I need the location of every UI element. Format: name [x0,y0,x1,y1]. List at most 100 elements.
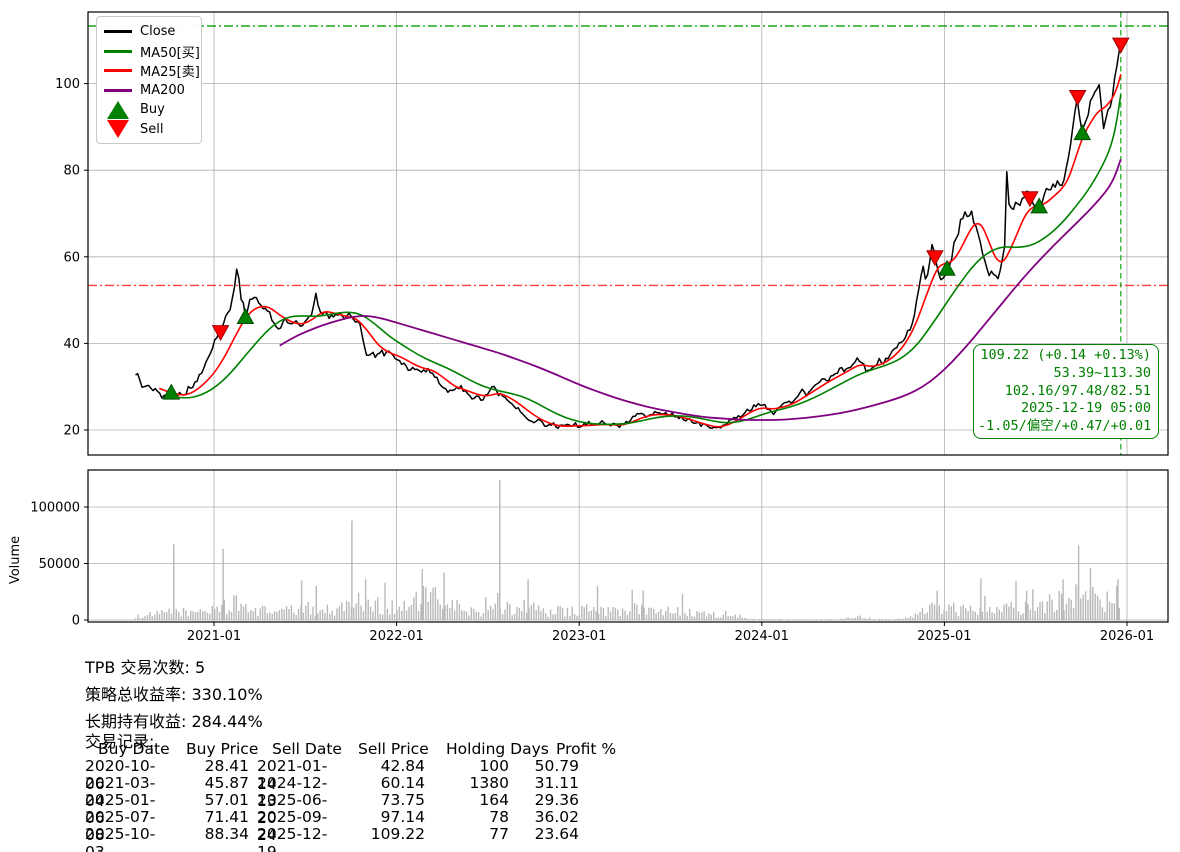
volume-bar [785,620,786,621]
legend-item-ma200: MA200 [103,81,197,101]
volume-bar [1013,608,1014,621]
col-buy-price: Buy Price [186,740,258,758]
volume-bar [183,608,184,621]
volume-bar [744,618,745,621]
annotation-line-range: 53.39~113.30 [978,365,1151,383]
volume-bar [408,607,409,621]
volume-bar [483,613,484,621]
volume-bar [221,605,222,621]
volume-bar [833,619,834,620]
volume-bar [672,614,673,621]
volume-bar [185,610,186,620]
trade-table-header: Buy Date Buy Price Sell Date Sell Price … [85,740,605,757]
volume-bar [1054,612,1055,621]
volume-spike-bar [173,544,174,620]
legend-label: MA25[卖] [140,61,200,80]
volume-bar [929,605,930,621]
volume-bar [334,616,335,621]
volume-bar [804,620,805,621]
volume-bar [437,599,438,620]
volume-bar [898,619,899,621]
volume-bar [164,612,165,621]
volume-spike-bar [1026,591,1027,621]
volume-bar [996,607,997,621]
volume-bar [428,602,429,621]
volume-bar [231,612,232,621]
volume-bar [567,608,568,621]
volume-bar [284,610,285,621]
volume-bar [476,612,477,620]
volume-bar [536,610,537,621]
volume-bar [869,618,870,621]
volume-bar [905,617,906,620]
volume-bar [202,611,203,620]
volume-bar [747,619,748,621]
volume-bar [380,614,381,620]
legend-item-close: Close [103,22,197,42]
legend-label: MA200 [140,83,185,98]
volume-bar [509,604,510,620]
volume-bar [751,619,752,621]
volume-bar [759,619,760,621]
volume-bar [413,598,414,621]
volume-bar [375,601,376,621]
volume-bar [576,616,577,621]
volume-bar [831,619,832,620]
volume-bar [955,612,956,620]
volume-bar [811,620,812,621]
volume-bar [461,610,462,620]
volume-bar [711,615,712,621]
volume-bar [209,614,210,621]
volume-bar [336,609,337,621]
volume-bar [240,604,241,621]
volume-bar [248,612,249,620]
volume-bar [763,619,764,620]
volume-bar [449,608,450,621]
volume-bar [1085,591,1086,620]
volume-bar [1095,593,1096,620]
volume-bar [867,619,868,621]
volume-bar [667,607,668,621]
volume-bar [646,615,647,621]
volume-spike-bar [597,586,598,620]
volume-bar [516,607,517,621]
volume-bar [1030,610,1031,621]
volume-bar [787,619,788,620]
volume-bar [394,614,395,620]
volume-bar [341,602,342,620]
volume-spike-bar [980,578,981,620]
volume-bar [339,606,340,620]
volume-bar [168,609,169,621]
legend-item-ma25: MA25[卖] [103,61,197,81]
volume-bar [809,620,810,621]
volume-bar [773,619,774,620]
volume-bar [588,612,589,621]
volume-bar [188,616,189,620]
volume-bar [190,611,191,621]
legend-item-buy: Buy [103,100,197,120]
volume-bar [346,601,347,621]
volume-bar [543,608,544,620]
volume-bar [512,615,513,620]
volume-bar [665,611,666,621]
volume-bar [967,611,968,620]
volume-bar [485,597,486,620]
volume-bar [384,583,385,621]
volume-bar [1071,600,1072,621]
volume-bar [564,617,565,621]
volume-bar [574,614,575,621]
volume-spike-bar [527,579,528,620]
volume-bar [749,620,750,621]
volume-bar [411,605,412,621]
volume-bar [507,602,508,621]
volume-bar [970,606,971,621]
col-sell-price: Sell Price [358,740,429,758]
volume-bar [912,618,913,621]
volume-bar [802,619,803,620]
volume-bar [1023,613,1024,620]
volume-bar [392,600,393,620]
volume-bar [401,611,402,621]
volume-bar [651,608,652,621]
volume-bar [286,606,287,620]
volume-bar [605,616,606,621]
